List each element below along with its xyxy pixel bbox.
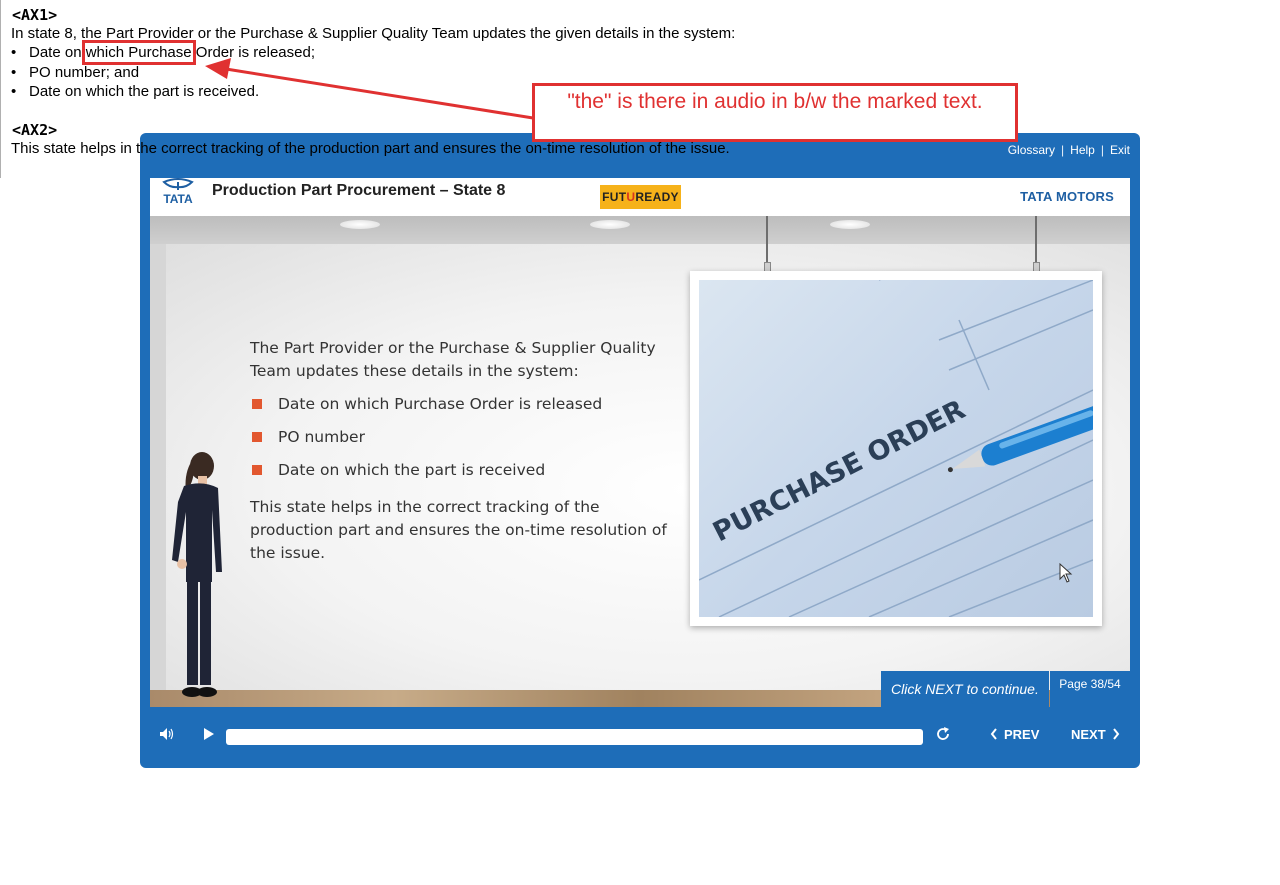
ceiling-lamp (590, 220, 630, 229)
ax1-bullet-1: • Date on which Purchase Order is release… (11, 40, 315, 65)
ceiling (150, 216, 1130, 244)
slide-bullet: Date on which Purchase Order is released (250, 393, 670, 416)
speaker-icon (160, 728, 174, 740)
bullet-dot: • (11, 64, 17, 81)
slide-outro: This state helps in the correct tracking… (250, 498, 667, 562)
slide-bullet-text: Date on which Purchase Order is released (278, 395, 603, 413)
bullet-1-before: Date on (29, 44, 86, 61)
ax1-intro: In state 8, the Part Provider or the Pur… (11, 25, 736, 42)
continue-prompt: Click NEXT to continue. (881, 671, 1049, 707)
nav-separator: | (1061, 143, 1065, 157)
futuready-part1: FUT (602, 190, 627, 204)
bullet-1-after: Order is released; (191, 44, 315, 61)
bullet-2-text: PO number; and (29, 64, 140, 81)
tata-logo: TATA (158, 178, 198, 208)
marked-text-highlight: which Purchase (81, 40, 196, 65)
slide-bullet-text: PO number (278, 428, 365, 446)
bullet-square (252, 465, 262, 475)
review-comment-callout: "the" is there in audio in b/w the marke… (532, 83, 1018, 142)
tata-motors-logo: TATA MOTORS (1020, 189, 1114, 204)
futuready-logo: FUT U READY (600, 185, 681, 209)
course-player: Glossary | Help | Exit TATA Production P… (140, 133, 1140, 768)
purchase-order-photo: PURCHASE ORDER (699, 280, 1093, 617)
course-title: Production Part Procurement – State 8 (212, 182, 506, 199)
bullet-square (252, 399, 262, 409)
bullet-dot: • (11, 44, 17, 61)
chevron-left-icon (990, 728, 997, 740)
slide-bullet-text: Date on which the part is received (278, 461, 546, 479)
slide-text: The Part Provider or the Purchase & Supp… (250, 337, 670, 565)
nav-separator: | (1100, 143, 1104, 157)
chevron-right-icon (1112, 728, 1119, 740)
page-indicator: Page 38/54 (1050, 671, 1130, 707)
slide-stage: The Part Provider or the Purchase & Supp… (150, 216, 1130, 707)
ceiling-lamp (830, 220, 870, 229)
glossary-link[interactable]: Glossary (1008, 143, 1055, 157)
photo-caption: PURCHASE ORDER (708, 394, 970, 548)
progress-bar[interactable] (226, 729, 923, 745)
ax2-tag: <AX2> (12, 121, 58, 139)
tata-logo-text: TATA (163, 192, 193, 206)
bullet-3-text: Date on which the part is received. (29, 83, 260, 100)
help-link[interactable]: Help (1070, 143, 1095, 157)
ax1-bullet-2: • PO number; and (11, 64, 139, 81)
slide-intro: The Part Provider or the Purchase & Supp… (250, 339, 656, 380)
notes-left-border (0, 0, 1, 178)
slide-bullet: Date on which the part is received (250, 459, 670, 482)
futuready-part3: READY (635, 190, 679, 204)
play-button[interactable] (198, 723, 220, 745)
callout-text: "the" is there in audio in b/w the marke… (567, 90, 983, 113)
utility-nav: Glossary | Help | Exit (1008, 143, 1130, 157)
volume-button[interactable] (156, 723, 178, 745)
play-icon (204, 728, 214, 740)
exit-link[interactable]: Exit (1110, 143, 1130, 157)
course-header: TATA Production Part Procurement – State… (150, 178, 1130, 216)
next-label: NEXT (1071, 726, 1106, 742)
hanging-wire (1035, 216, 1037, 268)
ax1-bullet-3: • Date on which the part is received. (11, 83, 259, 100)
mouse-cursor-icon (1059, 563, 1073, 583)
prev-label: PREV (1004, 726, 1040, 742)
ceiling-lamp (340, 220, 380, 229)
player-controls: PREV NEXT (150, 717, 1130, 753)
slide-bullet: PO number (250, 426, 670, 449)
replay-icon (937, 727, 949, 740)
ax1-tag: <AX1> (12, 6, 58, 24)
hanging-wire (766, 216, 768, 268)
presenter-figure (160, 452, 230, 702)
futuready-part2: U (626, 190, 636, 204)
ax2-text: This state helps in the correct tracking… (11, 140, 730, 157)
replay-button[interactable] (932, 723, 954, 745)
picture-frame: PURCHASE ORDER (690, 271, 1102, 626)
prev-button[interactable]: PREV (990, 723, 1039, 745)
bullet-dot: • (11, 83, 17, 100)
bullet-square (252, 432, 262, 442)
next-button[interactable]: NEXT (1071, 723, 1120, 745)
